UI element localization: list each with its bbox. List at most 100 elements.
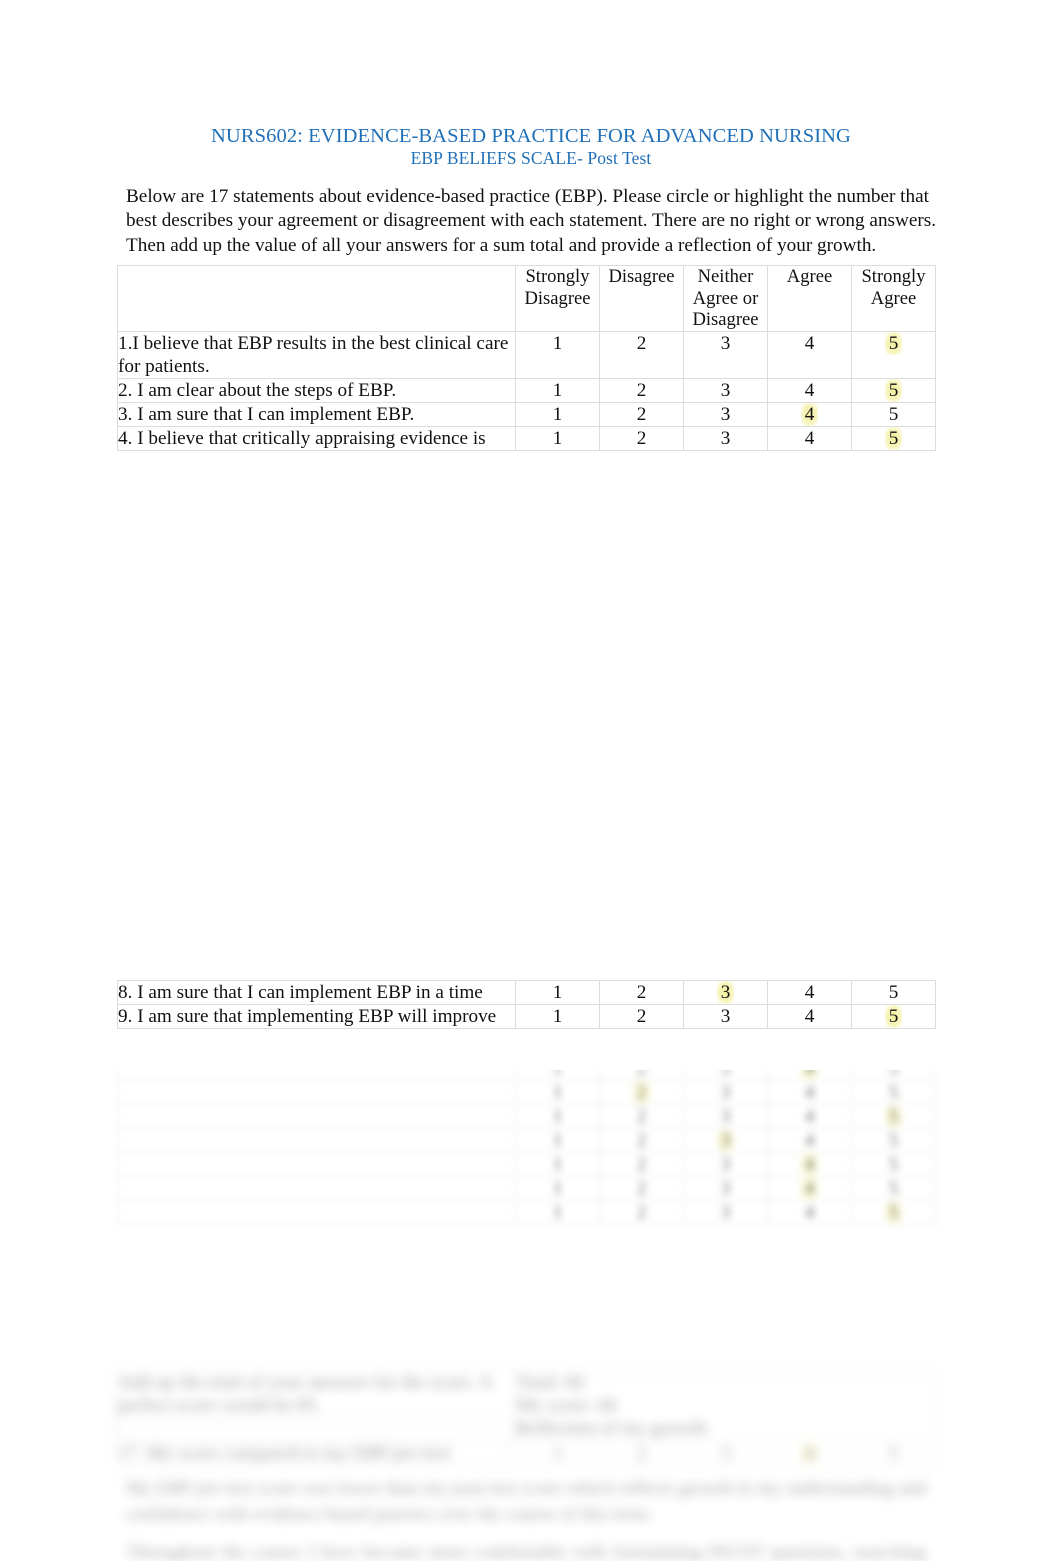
scale-value[interactable]: 5 [885,1153,903,1176]
option-cell[interactable]: 1 [515,401,600,427]
scale-value[interactable]: 1 [549,403,567,426]
option-cell[interactable]: 4 [767,401,852,427]
option-cell[interactable]: 5 [851,330,936,379]
scale-value[interactable]: 2 [633,1201,651,1224]
option-cell[interactable]: 1 [515,1176,600,1201]
option-cell[interactable]: 2 [599,1004,684,1029]
scale-value[interactable]: 5 [885,1177,903,1200]
scale-value[interactable]: 2 [633,403,651,426]
scale-value[interactable]: 2 [633,1177,651,1200]
scale-value[interactable]: 3 [717,427,735,450]
option-cell[interactable]: 1 [515,1128,600,1153]
scale-value[interactable]: 3 [717,332,735,355]
scale-value[interactable]: 4 [801,332,819,355]
scale-value[interactable]: 4 [801,1105,819,1128]
selected-value[interactable]: 4 [800,1153,819,1176]
scale-value[interactable]: 1 [549,379,567,402]
scale-value[interactable]: 4 [801,379,819,402]
scale-value[interactable]: 1 [549,1153,567,1176]
option-cell[interactable]: 4 [767,425,852,451]
scale-value[interactable]: 3 [717,1081,735,1104]
option-cell[interactable]: 4 [767,1152,852,1177]
scale-value[interactable]: 5 [885,1129,903,1152]
option-cell[interactable]: 4 [767,980,852,1005]
scale-value[interactable]: 3 [717,379,735,402]
selected-value[interactable]: 5 [884,378,903,402]
scale-value[interactable]: 3 [717,1201,735,1224]
option-cell[interactable]: 5 [851,1080,936,1105]
selected-value[interactable]: 3 [716,981,735,1004]
option-cell[interactable]: 3 [683,425,768,451]
scale-value[interactable]: 5 [885,403,903,426]
option-cell[interactable]: 5 [851,1004,936,1029]
option-cell[interactable]: 2 [599,1176,684,1201]
scale-value[interactable]: 5 [885,981,903,1004]
scale-value[interactable]: 1 [549,1070,567,1080]
option-cell[interactable]: 1 [515,980,600,1005]
option-cell[interactable]: 4 [767,1104,852,1129]
option-cell[interactable]: 1 [515,425,600,451]
option-cell[interactable]: 4 [767,330,852,379]
scale-value[interactable]: 4 [801,981,819,1004]
option-cell[interactable]: 3 [683,1128,768,1153]
option-cell[interactable]: 3 [683,980,768,1005]
option-cell[interactable]: 5 [851,377,936,403]
scale-value[interactable]: 2 [633,1153,651,1176]
option-cell[interactable]: 5 [851,1104,936,1129]
scale-value[interactable]: 1 [549,1177,567,1200]
scale-value[interactable]: 1 [549,1105,567,1128]
option-cell[interactable]: 1 [515,1200,600,1225]
scale-value[interactable]: 3 [717,1070,735,1080]
selected-value[interactable]: 5 [884,1201,903,1224]
selected-value[interactable]: 2 [632,1081,651,1104]
scale-value[interactable]: 2 [633,1129,651,1152]
scale-value[interactable]: 3 [717,1177,735,1200]
option-cell[interactable]: 4 [767,1070,852,1081]
option-cell[interactable]: 3 [683,1152,768,1177]
scale-value[interactable]: 3 [717,403,735,426]
option-cell[interactable]: 4 [767,1128,852,1153]
option-cell[interactable]: 2 [599,1128,684,1153]
option-cell[interactable]: 5 [851,1152,936,1177]
scale-value[interactable]: 5 [885,1070,903,1080]
option-cell[interactable]: 1 [515,1152,600,1177]
selected-value[interactable]: 5 [884,1105,903,1128]
option-cell[interactable]: 5 [851,401,936,427]
scale-value[interactable]: 2 [633,1105,651,1128]
option-cell[interactable]: 1 [515,330,600,379]
option-cell[interactable]: 2 [599,1200,684,1225]
option-cell[interactable]: 5 [851,1200,936,1225]
option-cell[interactable]: 3 [683,1104,768,1129]
selected-value[interactable]: 5 [884,1005,903,1028]
selected-value[interactable]: 4 [800,1177,819,1200]
option-cell[interactable]: 3 [683,401,768,427]
option-cell[interactable]: 2 [599,980,684,1005]
selected-value[interactable]: 5 [884,331,903,355]
option-cell[interactable]: 3 [683,1176,768,1201]
option-cell[interactable]: 4 [767,1200,852,1225]
option-cell[interactable]: 4 [767,1004,852,1029]
scale-value[interactable]: 1 [549,1081,567,1104]
scale-value[interactable]: 3 [717,1153,735,1176]
option-cell[interactable]: 2 [599,1152,684,1177]
scale-value[interactable]: 1 [549,1129,567,1152]
scale-value[interactable]: 4 [801,1081,819,1104]
scale-value[interactable]: 2 [633,1070,651,1080]
option-cell[interactable]: 1 [515,1080,600,1105]
option-cell[interactable]: 3 [683,1004,768,1029]
option-cell[interactable]: 5 [851,980,936,1005]
option-cell[interactable]: 5 [851,1128,936,1153]
selected-value[interactable]: 5 [884,426,903,450]
option-cell[interactable]: 5 [851,1070,936,1081]
scale-value[interactable]: 5 [885,1081,903,1104]
option-cell[interactable]: 3 [683,1200,768,1225]
option-cell[interactable]: 5 [851,425,936,451]
option-cell[interactable]: 5 [851,1176,936,1201]
option-cell[interactable]: 2 [599,1104,684,1129]
scale-value[interactable]: 4 [801,1129,819,1152]
option-cell[interactable]: 3 [683,1070,768,1081]
scale-value[interactable]: 4 [801,1005,819,1028]
option-cell[interactable]: 3 [683,330,768,379]
option-cell[interactable]: 4 [767,1080,852,1105]
option-cell[interactable]: 1 [515,1070,600,1081]
